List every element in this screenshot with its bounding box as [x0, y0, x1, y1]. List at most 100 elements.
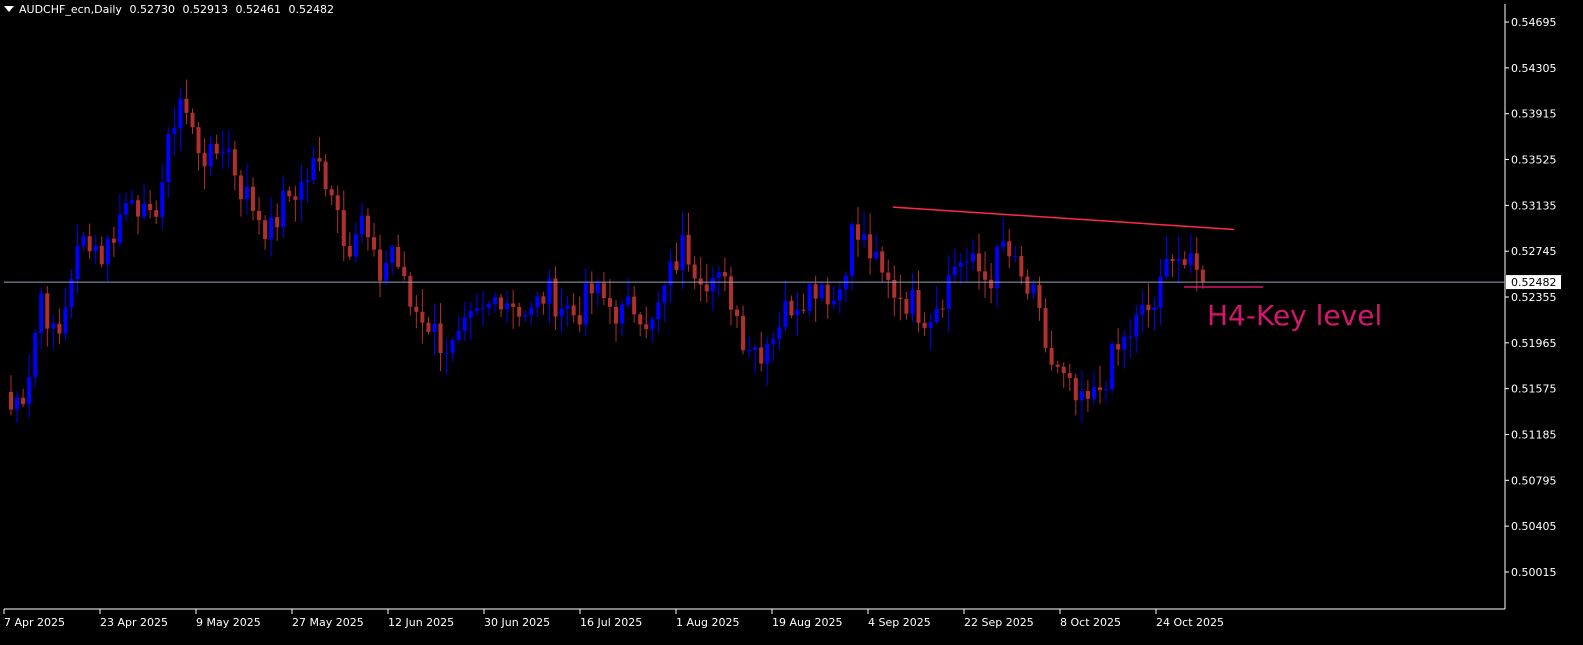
candle-body [468, 310, 473, 318]
candle-body [232, 149, 237, 176]
candle-body [396, 246, 401, 267]
candle-body [75, 245, 80, 280]
candle-body [1013, 255, 1018, 257]
candle-body [511, 303, 516, 307]
candle-body [577, 315, 582, 325]
time-tick-label: 19 Aug 2025 [772, 616, 842, 629]
candle-body [874, 251, 879, 259]
candle-body [656, 302, 661, 319]
candle-body [1194, 253, 1199, 270]
candle-body [801, 309, 806, 311]
candle[interactable] [819, 282, 824, 302]
candle-body [753, 347, 758, 351]
candle-body [849, 224, 854, 276]
candle-body [862, 234, 867, 240]
candle-body [1110, 344, 1115, 389]
price-tick-label: 0.50795 [1511, 474, 1557, 487]
candle-body [486, 303, 491, 308]
key-level-label: H4-Key level [1207, 299, 1382, 332]
time-tick-label: 22 Sep 2025 [964, 616, 1034, 629]
candle-body [970, 253, 975, 262]
candle-body [166, 133, 171, 183]
candle-body [535, 296, 540, 308]
candle-body [1061, 366, 1066, 374]
candle-body [1019, 255, 1024, 277]
candle-body [958, 262, 963, 267]
candle-body [983, 271, 988, 280]
price-tick-label: 0.51965 [1511, 337, 1557, 350]
candle-body [904, 299, 909, 314]
candle-body [910, 289, 915, 314]
time-tick-label: 30 Jun 2025 [484, 616, 550, 629]
time-tick-label: 27 May 2025 [292, 616, 364, 629]
candle-body [716, 272, 721, 278]
candle-body [1085, 390, 1090, 399]
price-tick-label: 0.50405 [1511, 520, 1557, 533]
candle-body [456, 330, 461, 340]
candle-body [293, 196, 298, 200]
candle-body [789, 300, 794, 316]
candle-body [117, 214, 122, 243]
candle-body [940, 308, 945, 310]
candle-body [765, 343, 770, 364]
candle-body [1025, 276, 1030, 294]
candle-body [517, 306, 522, 317]
candle-body [281, 190, 286, 228]
candle-body [9, 391, 13, 410]
candle-body [499, 297, 504, 310]
candle-body [728, 276, 733, 310]
candle-body [831, 300, 836, 305]
candle-body [420, 311, 425, 323]
dropdown-triangle-icon[interactable] [4, 6, 14, 12]
close-value: 0.52482 [288, 3, 334, 16]
candle-body [977, 253, 981, 272]
candle-body [444, 352, 449, 354]
candle-body [438, 323, 443, 354]
candle-body [450, 339, 455, 353]
candle-body [777, 327, 782, 340]
candle-body [426, 322, 431, 333]
candle-body [87, 236, 92, 252]
price-tick-label: 0.53915 [1511, 108, 1557, 121]
candle-body [680, 234, 685, 270]
candle-body [269, 217, 274, 240]
time-tick-label: 24 Oct 2025 [1156, 616, 1224, 629]
candle-body [553, 278, 558, 317]
candle-body [263, 220, 268, 240]
candle-body [856, 224, 860, 240]
price-chart[interactable]: 0.54695 0.54305 0.53915 0.53525 0.53135 0.527… [0, 0, 1583, 641]
candle-body [741, 316, 746, 351]
candle-body [1079, 390, 1084, 401]
candle-body [111, 238, 116, 243]
candle-body [662, 285, 667, 303]
candle-body [1188, 253, 1193, 265]
current-price-label: 0.52482 [1511, 276, 1557, 289]
candle-body [783, 300, 788, 328]
candle-body [57, 323, 62, 334]
candle-body [813, 284, 818, 299]
candle-body [384, 262, 389, 281]
candle-body [480, 307, 485, 309]
chart-canvas[interactable]: 0.54695 0.54305 0.53915 0.53525 0.53135 0.527… [0, 0, 1583, 641]
candle[interactable] [1110, 340, 1115, 394]
candle-body [154, 210, 159, 217]
price-tick-label: 0.52355 [1511, 291, 1557, 304]
candle-body [184, 98, 189, 113]
candle-body [359, 215, 364, 235]
time-tick-label: 1 Aug 2025 [676, 616, 739, 629]
candle-body [208, 143, 213, 167]
candle-body [868, 234, 873, 259]
candle-body [571, 305, 576, 316]
candle-body [674, 261, 679, 270]
candle-body [559, 308, 564, 317]
candle-body [190, 112, 195, 128]
candle-body [408, 276, 413, 307]
candle-body [1001, 241, 1006, 247]
time-tick-label: 7 Apr 2025 [4, 616, 65, 629]
candle-body [607, 298, 612, 307]
candle-body [825, 284, 830, 305]
candle-body [1122, 336, 1127, 350]
candle-body [99, 245, 104, 265]
candle-body [329, 189, 334, 196]
candle-body [638, 314, 643, 325]
